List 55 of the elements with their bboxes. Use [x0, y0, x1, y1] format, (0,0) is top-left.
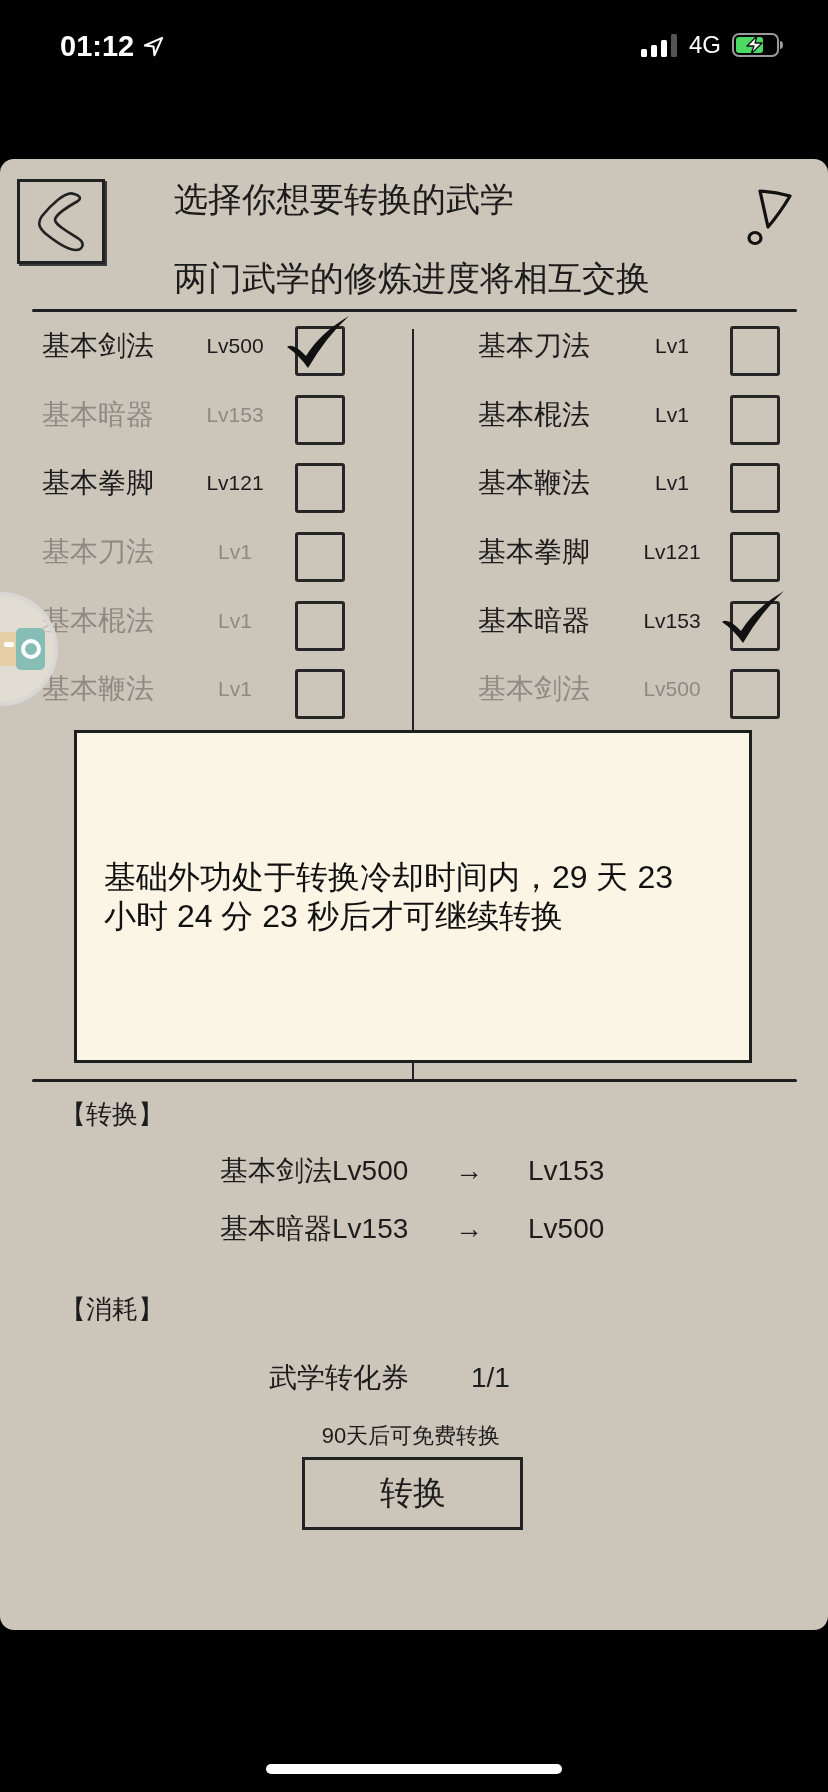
convert-button[interactable]: 转换 — [302, 1457, 523, 1530]
status-time: 01:12 — [60, 32, 135, 60]
skill-level: Lv500 — [643, 676, 701, 703]
arrow-text: → — [455, 1212, 483, 1246]
skill-name: 基本拳脚 — [42, 466, 154, 501]
chevron-icon — [36, 190, 86, 253]
skill-name: 基本刀法 — [42, 535, 154, 570]
skill-name: 基本暗器 — [478, 603, 590, 638]
skill-name: 基本刀法 — [478, 329, 590, 364]
skill-name: 基本剑法 — [42, 329, 154, 364]
page-subtitle: 两门武学的修炼进度将相互交换 — [174, 258, 650, 298]
skill-level: Lv121 — [206, 470, 264, 497]
conversion-result: Lv500 — [528, 1212, 605, 1246]
skill-level: Lv121 — [643, 539, 701, 566]
skill-level: Lv1 — [218, 676, 252, 703]
skill-name: 基本鞭法 — [478, 466, 590, 501]
checkbox[interactable] — [730, 532, 780, 583]
arrow-text: → — [455, 1154, 483, 1188]
skill-name: 基本剑法 — [478, 672, 590, 707]
network-type: 4G — [689, 33, 721, 57]
skill-level: Lv1 — [655, 401, 689, 428]
skill-name: 基本暗器 — [42, 397, 154, 432]
battery-icon — [732, 33, 784, 57]
checkbox[interactable] — [295, 463, 345, 514]
conversion-source: 基本暗器Lv153 — [220, 1212, 409, 1246]
skill-level: Lv1 — [218, 539, 252, 566]
checkbox[interactable] — [730, 394, 780, 445]
skill-name: 基本拳脚 — [478, 535, 590, 570]
skill-name: 基本棍法 — [478, 397, 590, 432]
skill-level: Lv1 — [218, 607, 252, 634]
skill-level: Lv500 — [206, 333, 264, 360]
cost-item-count: 1/1 — [471, 1361, 510, 1395]
app-logo-icon — [0, 628, 45, 670]
skill-name: 基本鞭法 — [42, 672, 154, 707]
checkbox[interactable] — [730, 463, 780, 514]
skill-level: Lv1 — [655, 333, 689, 360]
exclamation-icon — [746, 187, 792, 247]
section-heading: 【消耗】 — [60, 1293, 164, 1325]
checkbox[interactable] — [730, 326, 780, 377]
section-heading: 【转换】 — [60, 1098, 164, 1130]
page-title: 选择你想要转换的武学 — [174, 179, 515, 219]
cost-item-name: 武学转化券 — [269, 1361, 409, 1395]
check-icon — [287, 316, 349, 369]
signal-icon — [641, 33, 678, 57]
back-button[interactable] — [17, 179, 105, 264]
help-button[interactable] — [746, 187, 792, 247]
skill-level: Lv1 — [655, 470, 689, 497]
location-arrow-icon — [143, 36, 165, 57]
skill-level: Lv153 — [643, 607, 701, 634]
conversion-source: 基本剑法Lv500 — [220, 1154, 409, 1188]
skill-level: Lv153 — [206, 401, 264, 428]
free-convert-note: 90天后可免费转换 — [321, 1422, 501, 1450]
dialog-message: 基础外功处于转换冷却时间内，29 天 23 小时 24 分 23 秒后才可继续转换 — [104, 857, 674, 936]
check-icon — [722, 590, 784, 643]
conversion-result: Lv153 — [528, 1154, 605, 1188]
